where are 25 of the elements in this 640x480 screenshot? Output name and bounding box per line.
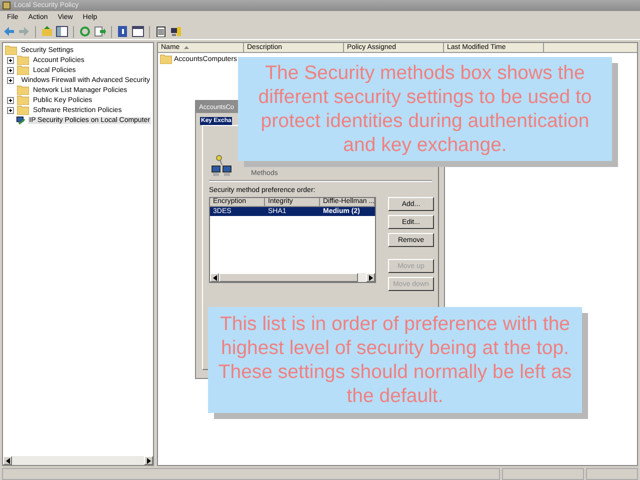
scroll-right-icon[interactable]: [366, 273, 375, 282]
expand-icon[interactable]: [7, 56, 14, 64]
horizontal-scrollbar[interactable]: [3, 456, 153, 465]
scroll-left-icon[interactable]: [210, 273, 219, 282]
scroll-left-icon[interactable]: [3, 456, 12, 465]
computer-icon: [16, 114, 26, 126]
scroll-thumb[interactable]: [219, 273, 358, 282]
computer-icon[interactable]: [170, 26, 182, 37]
callout-note: This list is in order of preference with the highest level of security being at the top. These settings should normally be left as the default.: [208, 307, 582, 413]
expand-icon[interactable]: [7, 96, 14, 104]
network-computers-icon: [211, 155, 233, 177]
window-icon[interactable]: [132, 26, 144, 37]
expand-icon[interactable]: [7, 66, 14, 74]
pane-icon[interactable]: [56, 26, 68, 37]
expand-icon[interactable]: [7, 106, 14, 114]
status-panel: [586, 468, 638, 480]
horizontal-scrollbar[interactable]: [210, 273, 375, 282]
expand-icon[interactable]: [7, 76, 14, 84]
security-settings-icon: [5, 45, 17, 55]
policy-icon: [2, 1, 11, 10]
help-icon[interactable]: [117, 26, 129, 37]
callout-note: The Security methods box shows the different security settings to be used to protect identities during authentication and key exchange.: [238, 57, 612, 161]
export-icon[interactable]: [94, 26, 106, 37]
scroll-right-icon[interactable]: [144, 456, 153, 465]
document-icon[interactable]: [155, 26, 167, 37]
